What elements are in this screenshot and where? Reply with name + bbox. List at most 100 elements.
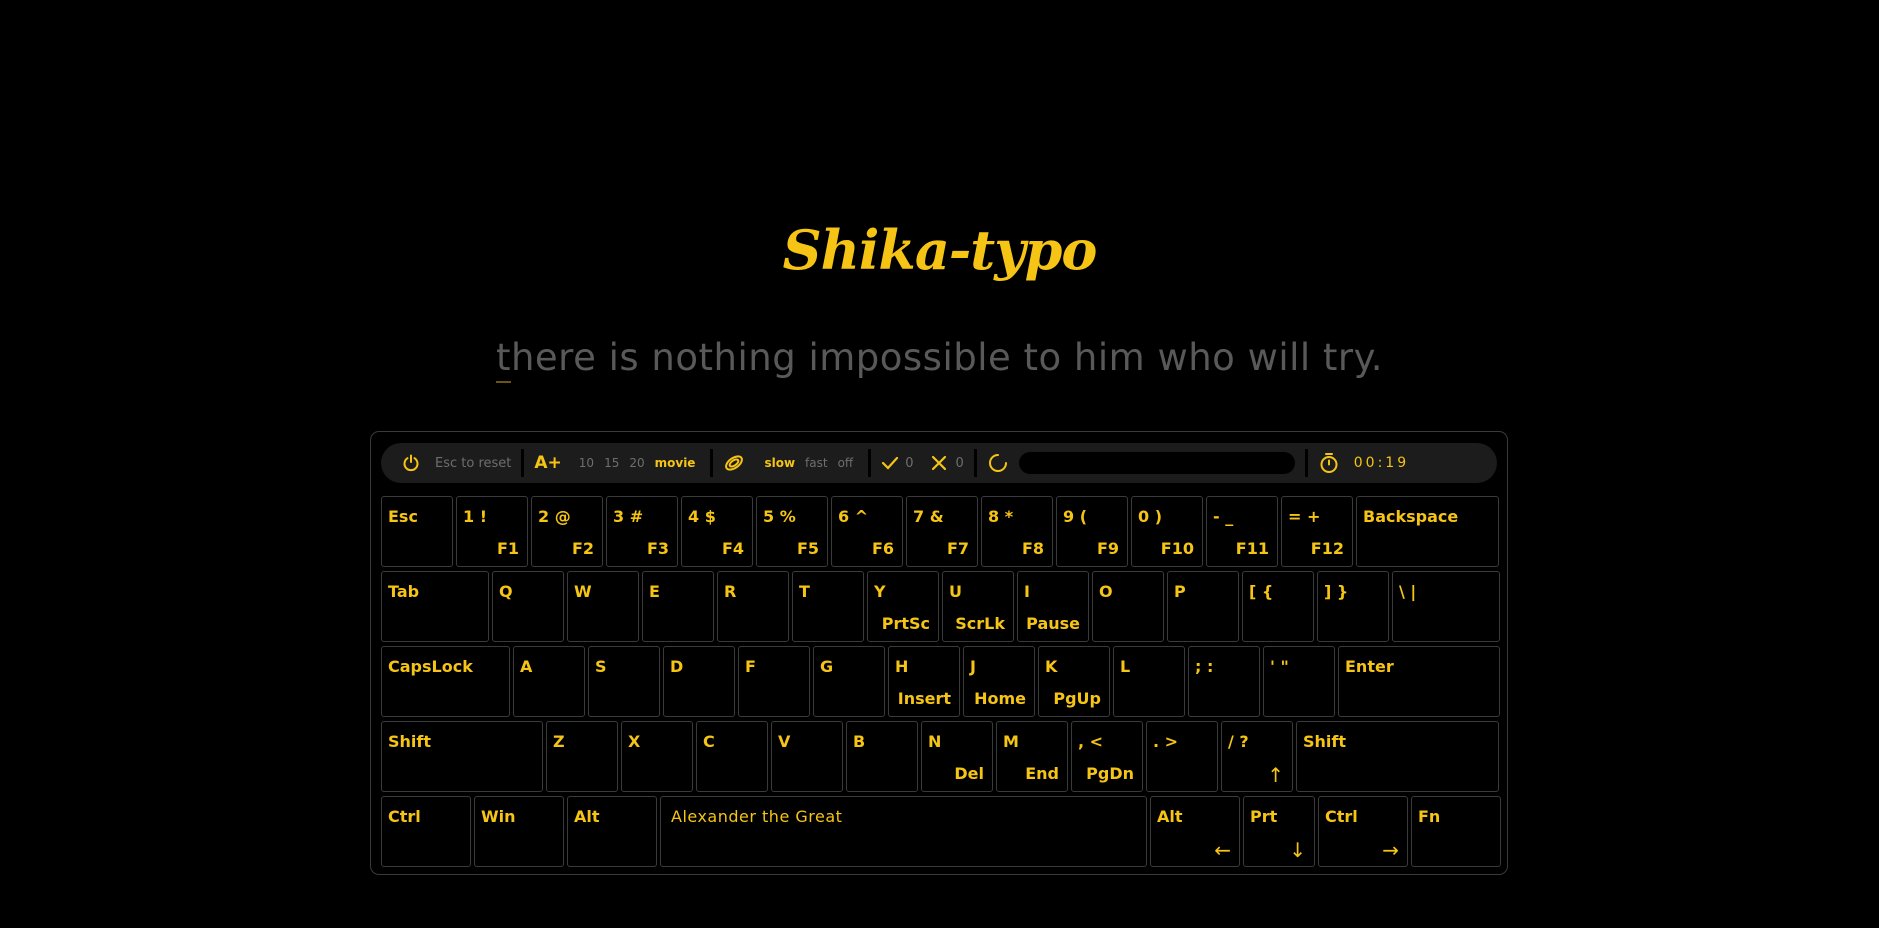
key-label: R: [724, 582, 737, 601]
key-w[interactable]: W: [567, 571, 639, 642]
key-label: Backspace: [1363, 507, 1459, 526]
key-7[interactable]: 7 & F7: [906, 496, 978, 567]
font-option-10[interactable]: 10: [579, 456, 594, 470]
key-x[interactable]: X: [621, 721, 693, 792]
key-secondary-label: Del: [954, 764, 984, 783]
key-backslash[interactable]: \ |: [1392, 571, 1500, 642]
key-ctrl-left[interactable]: Ctrl: [381, 796, 471, 867]
key-i[interactable]: I Pause: [1017, 571, 1089, 642]
key-fn[interactable]: Fn: [1411, 796, 1501, 867]
key-4[interactable]: 4 $ F4: [681, 496, 753, 567]
key-lbracket[interactable]: [ {: [1242, 571, 1314, 642]
key-k[interactable]: K PgUp: [1038, 646, 1110, 717]
key-comma[interactable]: , < PgDn: [1071, 721, 1143, 792]
key-c[interactable]: C: [696, 721, 768, 792]
key-o[interactable]: O: [1092, 571, 1164, 642]
key-8[interactable]: 8 * F8: [981, 496, 1053, 567]
key-capslock[interactable]: CapsLock: [381, 646, 510, 717]
key-5[interactable]: 5 % F5: [756, 496, 828, 567]
cursor-char: t: [495, 336, 511, 379]
key-shift-right[interactable]: Shift: [1296, 721, 1499, 792]
divider: [973, 449, 977, 477]
key-u[interactable]: U ScrLk: [942, 571, 1014, 642]
key-win[interactable]: Win: [474, 796, 564, 867]
key-label: Esc: [388, 507, 418, 526]
key-b[interactable]: B: [846, 721, 918, 792]
key-h[interactable]: H Insert: [888, 646, 960, 717]
arrow-icon: ↓: [1289, 838, 1306, 862]
key-label: P: [1174, 582, 1186, 601]
key-ctrl-right[interactable]: Ctrl →: [1318, 796, 1408, 867]
key-e[interactable]: E: [642, 571, 714, 642]
key-label: V: [778, 732, 791, 751]
font-option-15[interactable]: 15: [604, 456, 619, 470]
key-0[interactable]: 0 ) F10: [1131, 496, 1203, 567]
speed-option-off[interactable]: off: [838, 456, 854, 470]
key-slash[interactable]: / ? ↑: [1221, 721, 1293, 792]
key-rbracket[interactable]: ] }: [1317, 571, 1389, 642]
arrow-icon: ←: [1214, 838, 1231, 862]
key-label: U: [949, 582, 962, 601]
key-m[interactable]: M End: [996, 721, 1068, 792]
key-q[interactable]: Q: [492, 571, 564, 642]
key-space[interactable]: Alexander the Great: [660, 796, 1147, 867]
key-quote[interactable]: ' ": [1263, 646, 1335, 717]
key-label: - _: [1213, 507, 1234, 526]
key-enter[interactable]: Enter: [1338, 646, 1500, 717]
quote-remaining-text: here is nothing impossible to him who wi…: [510, 336, 1384, 379]
key-z[interactable]: Z: [546, 721, 618, 792]
key-label: J: [970, 657, 976, 676]
key-f[interactable]: F: [738, 646, 810, 717]
key-s[interactable]: S: [588, 646, 660, 717]
key-1[interactable]: 1 ! F1: [456, 496, 528, 567]
key-y[interactable]: Y PrtSc: [867, 571, 939, 642]
speed-option-slow[interactable]: slow: [764, 456, 795, 470]
key-label: Alt: [1157, 807, 1183, 826]
key-label: [ {: [1249, 582, 1274, 601]
key-p[interactable]: P: [1167, 571, 1239, 642]
key-secondary-label: PgUp: [1053, 689, 1101, 708]
divider: [521, 449, 525, 477]
key-9[interactable]: 9 (F9: [1056, 496, 1128, 567]
key-3[interactable]: 3 # F3: [606, 496, 678, 567]
key-prt[interactable]: Prt ↓: [1243, 796, 1315, 867]
key-6[interactable]: 6 ^ F6: [831, 496, 903, 567]
power-icon[interactable]: [401, 453, 421, 473]
key-2[interactable]: 2 @ F2: [531, 496, 603, 567]
key-a[interactable]: A: [513, 646, 585, 717]
key-label: Q: [499, 582, 513, 601]
key-equals[interactable]: = + F12: [1281, 496, 1353, 567]
key-label: = +: [1288, 507, 1321, 526]
key-shift-left[interactable]: Shift: [381, 721, 543, 792]
check-icon: [881, 455, 899, 471]
key-alt-left[interactable]: Alt: [567, 796, 657, 867]
key-semicolon[interactable]: ; :: [1188, 646, 1260, 717]
key-v[interactable]: V: [771, 721, 843, 792]
key-secondary-label: F7: [946, 539, 969, 558]
key-alt-right[interactable]: Alt ←: [1150, 796, 1240, 867]
key-minus[interactable]: - _ F11: [1206, 496, 1278, 567]
key-label: Tab: [388, 582, 420, 601]
key-secondary-label: F11: [1235, 539, 1269, 558]
key-j[interactable]: J Home: [963, 646, 1035, 717]
key-backspace[interactable]: Backspace: [1356, 496, 1499, 567]
key-label: X: [628, 732, 641, 751]
correct-count: 0: [905, 455, 914, 471]
key-period[interactable]: . >: [1146, 721, 1218, 792]
key-l[interactable]: L: [1113, 646, 1185, 717]
key-n[interactable]: N Del: [921, 721, 993, 792]
speed-option-fast[interactable]: fast: [805, 456, 828, 470]
key-label: M: [1003, 732, 1019, 751]
key-secondary-label: Home: [974, 689, 1026, 708]
key-label: W: [574, 582, 592, 601]
key-tab[interactable]: Tab: [381, 571, 489, 642]
key-r[interactable]: R: [717, 571, 789, 642]
key-label: Ctrl: [1325, 807, 1358, 826]
key-g[interactable]: G: [813, 646, 885, 717]
font-option-movie[interactable]: movie: [655, 456, 696, 470]
key-esc[interactable]: Esc: [381, 496, 453, 567]
key-label: \ |: [1399, 582, 1417, 601]
key-d[interactable]: D: [663, 646, 735, 717]
font-option-20[interactable]: 20: [629, 456, 644, 470]
key-t[interactable]: T: [792, 571, 864, 642]
